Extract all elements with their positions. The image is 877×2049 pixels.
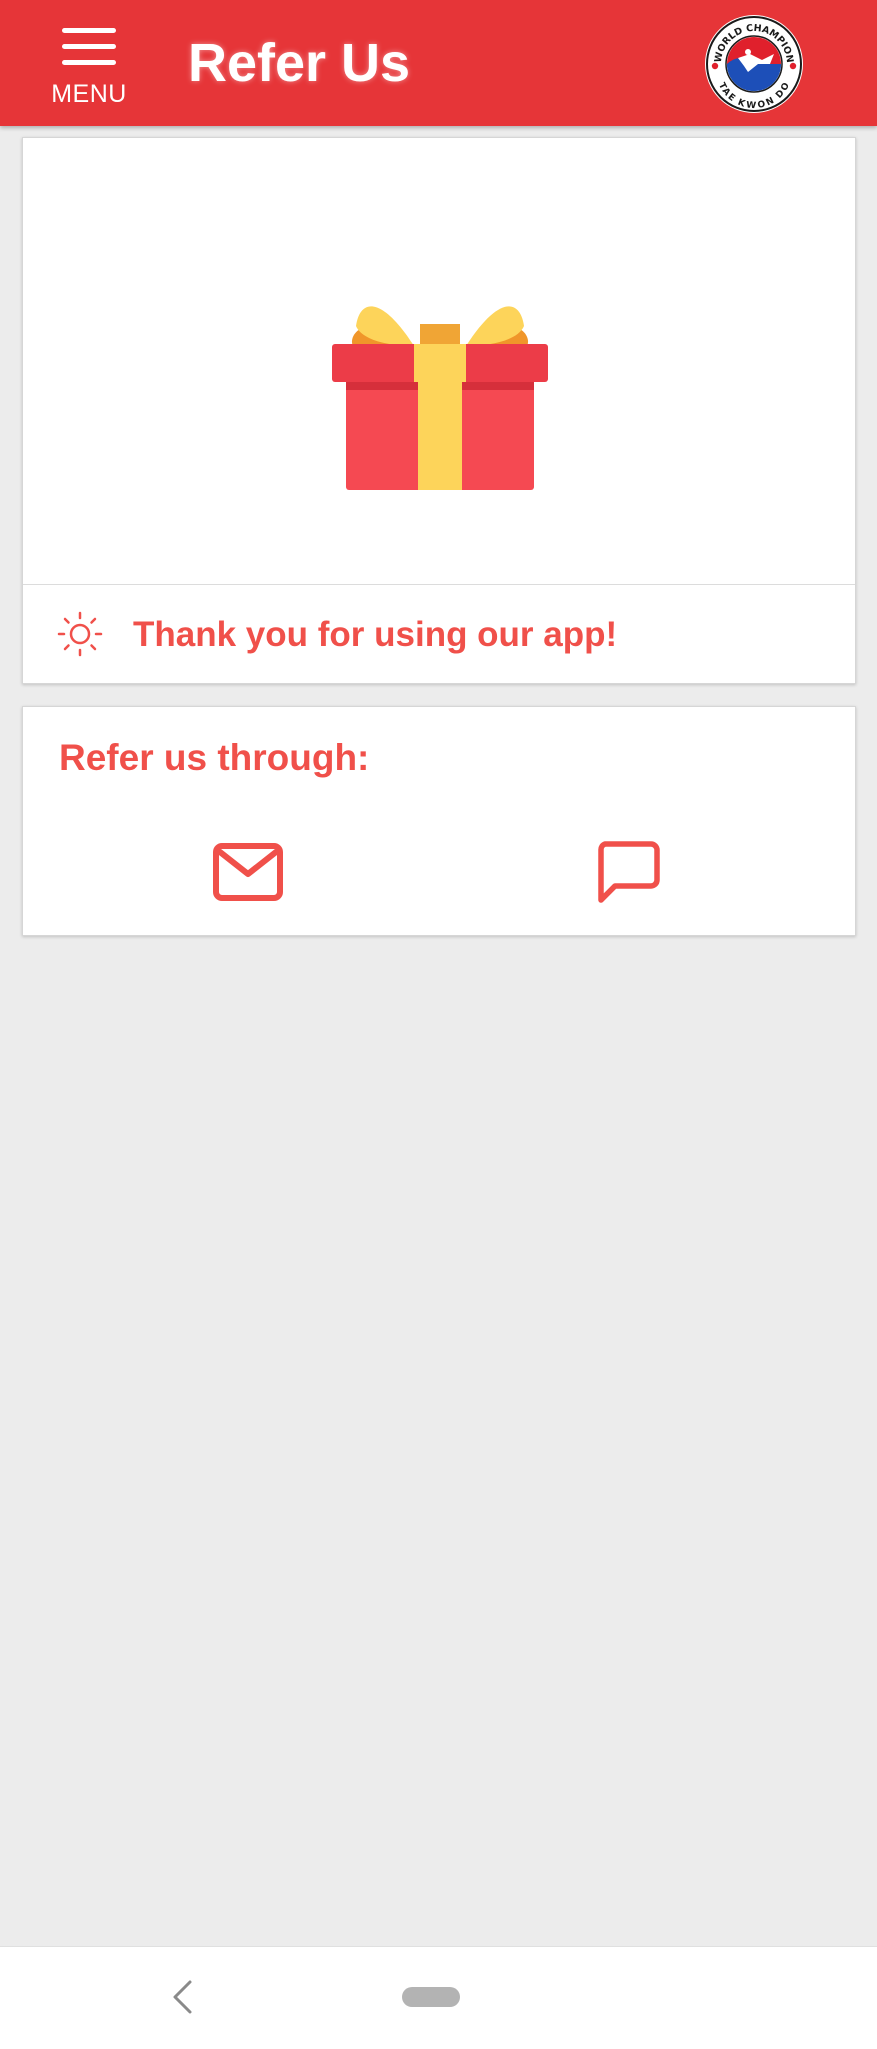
gift-image-area bbox=[23, 138, 855, 585]
back-button[interactable] bbox=[160, 1971, 204, 2023]
system-navigation-bar bbox=[0, 1946, 877, 2049]
app-header: MENU Refer Us WORLD CHAMPION TAE KWON DO bbox=[0, 0, 877, 126]
taekwondo-logo: WORLD CHAMPION TAE KWON DO bbox=[705, 15, 803, 113]
thanks-row: Thank you for using our app! bbox=[23, 585, 855, 683]
back-chevron-icon bbox=[173, 1980, 192, 2014]
home-pill-icon[interactable] bbox=[402, 1987, 460, 2007]
page-title: Refer Us bbox=[188, 33, 411, 93]
share-email-button[interactable] bbox=[203, 827, 293, 917]
thanks-message: Thank you for using our app! bbox=[133, 615, 618, 654]
share-message-button[interactable] bbox=[583, 827, 673, 917]
hamburger-menu-icon bbox=[62, 28, 116, 65]
gift-card: Thank you for using our app! bbox=[22, 137, 856, 684]
menu-label: MENU bbox=[51, 80, 127, 108]
refer-card: Refer us through: bbox=[22, 706, 856, 936]
refer-title: Refer us through: bbox=[59, 737, 370, 778]
gift-box-icon bbox=[332, 306, 548, 490]
sun-icon bbox=[57, 611, 103, 657]
menu-button[interactable]: MENU bbox=[40, 18, 138, 112]
email-icon bbox=[213, 843, 283, 901]
message-icon bbox=[598, 841, 660, 903]
